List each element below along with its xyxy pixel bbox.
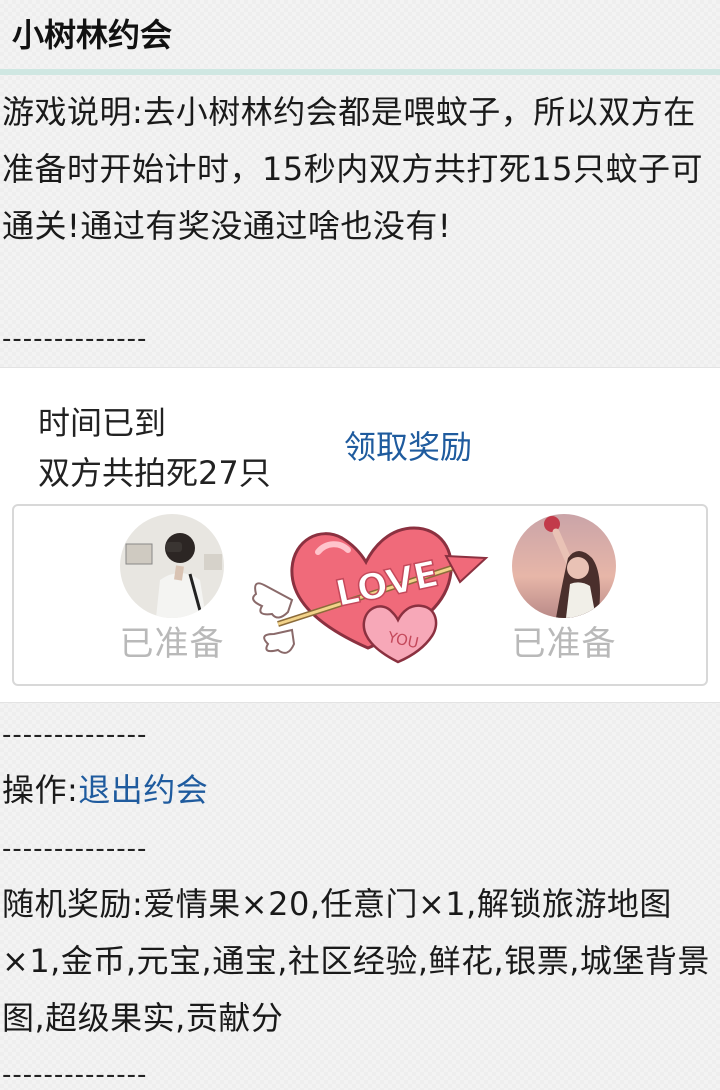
result-status: 时间已到 双方共拍死27只 [38,398,271,498]
separator-2: -------------- [2,720,148,750]
random-rewards: 随机奖励:爱情果×20,任意门×1,解锁旅游地图×1,金币,元宝,通宝,社区经验… [2,885,710,1037]
heart-arrow-icon: LOVE YOU [252,526,489,664]
claim-reward-link[interactable]: 领取奖励 [344,422,472,472]
right-ready-status: 已准备 [511,624,617,664]
page-title: 小树林约会 [12,16,173,54]
operation-row: 操作:退出约会 [2,762,714,819]
left-player-avatar[interactable] [120,514,224,618]
exit-date-link[interactable]: 退出约会 [78,771,208,809]
right-player-avatar[interactable] [512,514,616,618]
players-card: 已准备 LOVE YOU 已准备 [12,504,708,686]
operation-label: 操作: [2,771,79,809]
avatar-photo-icon [512,514,616,618]
left-ready-status: 已准备 [119,624,225,664]
avatar-photo-icon [120,514,224,618]
kill-count-text: 双方共拍死27只 [38,454,271,492]
separator-3: -------------- [2,834,148,864]
result-panel: 时间已到 双方共拍死27只 领取奖励 已准备 LOVE YOU 已准备 [0,367,720,703]
separator-1: -------------- [2,324,148,354]
time-up-text: 时间已到 [38,404,167,442]
game-description: 游戏说明:去小树林约会都是喂蚊子，所以双方在准备时开始计时，15秒内双方共打死1… [2,93,703,245]
title-divider [0,69,720,75]
